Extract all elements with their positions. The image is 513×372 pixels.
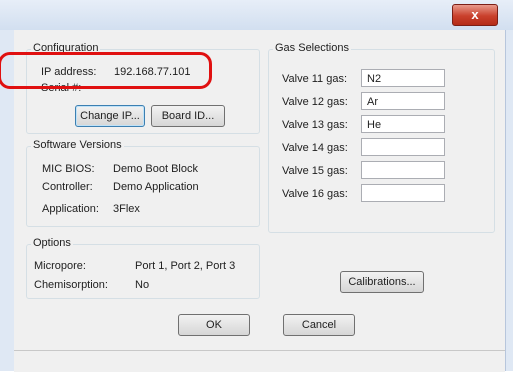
mic-bios-value: Demo Boot Block: [113, 163, 198, 175]
micropore-value: Port 1, Port 2, Port 3: [135, 260, 236, 272]
options-legend: Options: [31, 237, 73, 249]
ip-highlight-annotation: [0, 52, 212, 89]
gas-selections-legend: Gas Selections: [273, 42, 351, 54]
valve-13-label: Valve 13 gas:: [282, 119, 348, 131]
valve-12-label: Valve 12 gas:: [282, 96, 348, 108]
valve-12-field[interactable]: Ar: [361, 92, 445, 110]
window-frame-right: [505, 30, 513, 371]
board-id-button[interactable]: Board ID...: [151, 105, 225, 127]
valve-16-field[interactable]: [361, 184, 445, 202]
micropore-label: Micropore:: [34, 260, 86, 272]
close-icon: x: [471, 7, 479, 22]
change-ip-button[interactable]: Change IP...: [75, 105, 145, 127]
valve-16-label: Valve 16 gas:: [282, 188, 348, 200]
title-bar: x: [0, 0, 513, 31]
chemisorption-label: Chemisorption:: [34, 279, 108, 291]
cancel-button[interactable]: Cancel: [283, 314, 355, 336]
valve-11-field[interactable]: N2: [361, 69, 445, 87]
chemisorption-value: No: [135, 279, 150, 291]
valve-14-label: Valve 14 gas:: [282, 142, 348, 154]
controller-value: Demo Application: [113, 181, 199, 193]
status-bar: [14, 350, 505, 372]
software-versions-legend: Software Versions: [31, 139, 124, 151]
valve-14-field[interactable]: [361, 138, 445, 156]
calibrations-button[interactable]: Calibrations...: [340, 271, 424, 293]
valve-11-label: Valve 11 gas:: [282, 73, 348, 85]
application-value: 3Flex: [113, 203, 140, 215]
valve-15-field[interactable]: [361, 161, 445, 179]
ok-button[interactable]: OK: [178, 314, 250, 336]
valve-15-label: Valve 15 gas:: [282, 165, 348, 177]
close-button[interactable]: x: [452, 4, 498, 26]
application-label: Application:: [42, 203, 99, 215]
dialog-window: x Configuration IP address: 192.168.77.1…: [0, 0, 513, 372]
valve-13-field[interactable]: He: [361, 115, 445, 133]
controller-label: Controller:: [42, 181, 93, 193]
mic-bios-label: MIC BIOS:: [42, 163, 95, 175]
